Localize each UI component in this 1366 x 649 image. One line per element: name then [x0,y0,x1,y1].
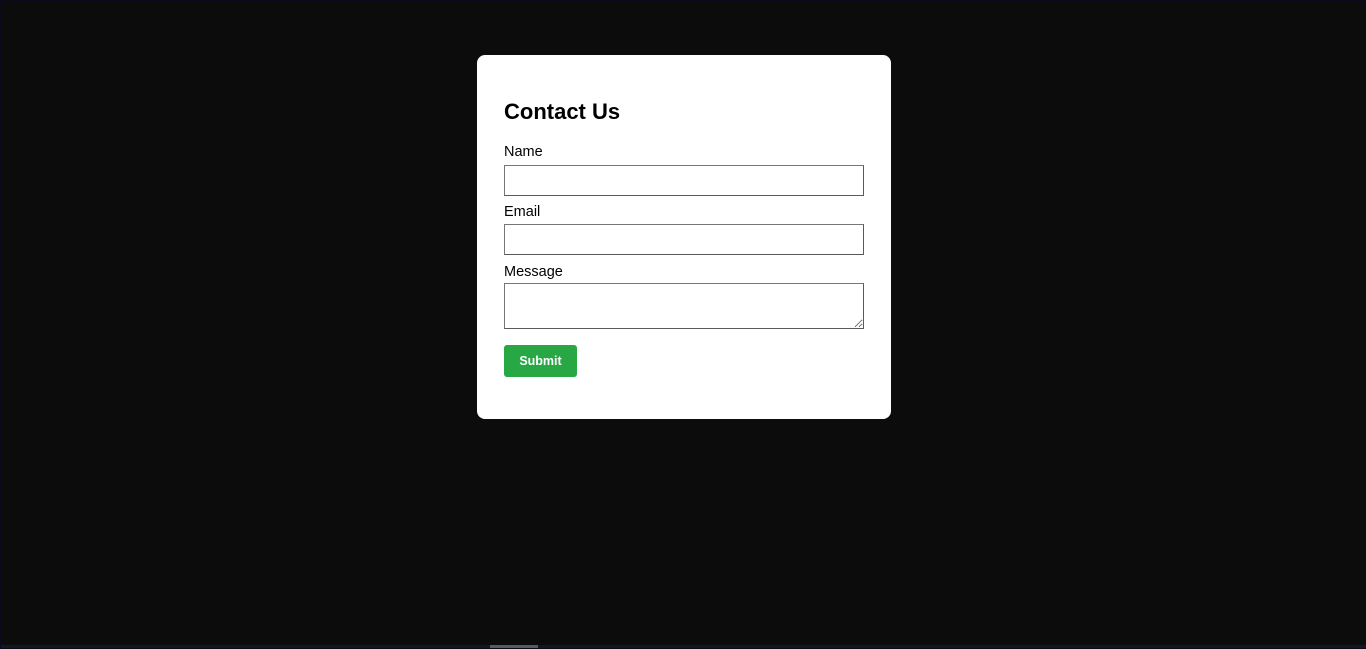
contact-form-card: Contact Us Name Email Message Submit [477,55,891,419]
message-textarea[interactable] [504,283,864,329]
bottom-scrollbar-thumb[interactable] [490,645,538,648]
bottom-scrollbar-track[interactable] [1,645,1366,648]
email-label: Email [504,204,541,220]
name-label: Name [504,144,543,160]
message-label: Message [504,264,563,280]
page-background: Contact Us Name Email Message Submit [0,0,1366,649]
form-title: Contact Us [504,99,621,124]
email-input[interactable] [504,224,864,255]
submit-button[interactable]: Submit [504,345,577,377]
name-input[interactable] [504,165,864,196]
